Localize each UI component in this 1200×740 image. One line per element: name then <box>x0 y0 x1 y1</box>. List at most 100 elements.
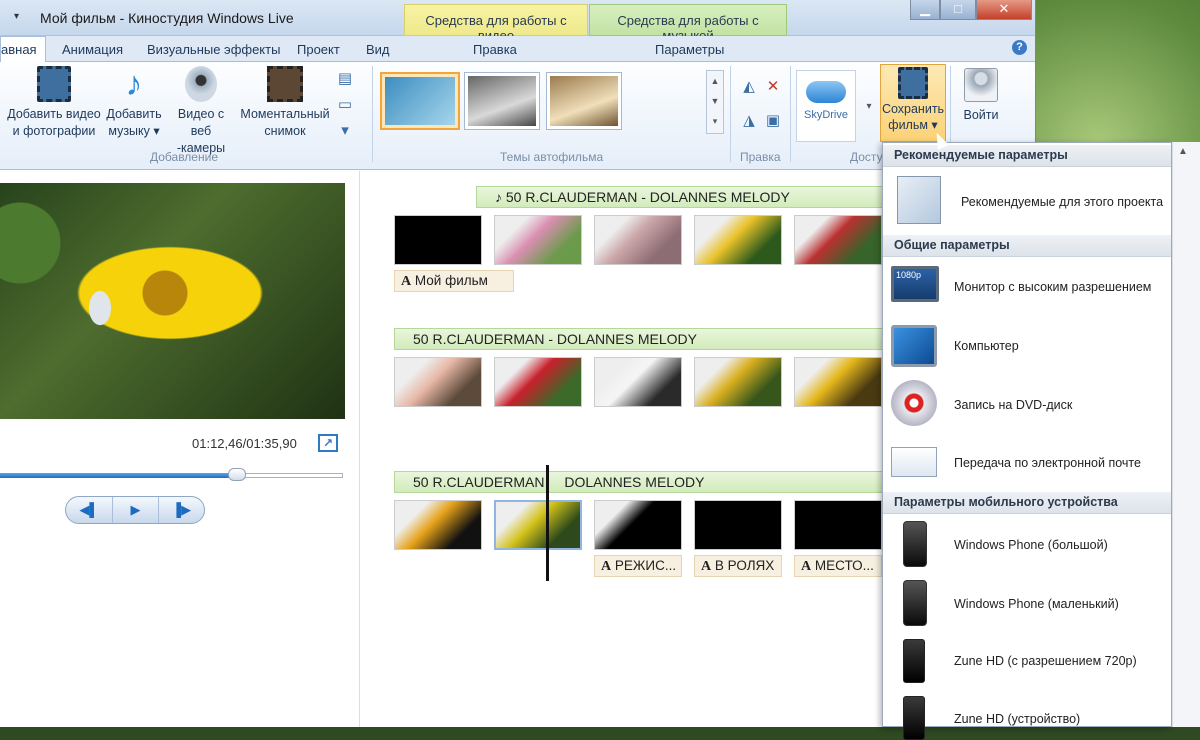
music-track-label: 50 R.CLAUDERMAN - DOLANNES MELODY <box>413 331 697 347</box>
rotate-left-icon[interactable]: ◭ <box>740 78 758 96</box>
clip-thumbnail[interactable] <box>594 500 682 550</box>
menu-item-computer[interactable]: Компьютер <box>883 317 1171 375</box>
clip-thumbnail[interactable] <box>694 357 782 407</box>
themes-scroll-control[interactable]: ▲ ▼ ▾ <box>706 70 724 134</box>
menu-scrollbar[interactable] <box>1172 142 1200 727</box>
tab-project[interactable]: Проект <box>297 42 340 57</box>
music-track-label: 50 R.CLAUDERMAN - DOLANNES MELODY <box>505 189 790 205</box>
add-music-button[interactable]: ♪ Добавить музыку ▾ <box>104 66 164 140</box>
recommended-icon <box>897 176 941 224</box>
email-icon <box>891 447 937 477</box>
music-track-label: DOLANNES MELODY <box>564 474 705 490</box>
dvd-icon <box>891 380 937 426</box>
music-track[interactable]: 50 R.CLAUDERMAN - DOLANNES MELODY <box>394 328 886 350</box>
menu-item-label: Монитор с высоким разрешением <box>954 280 1152 294</box>
sign-in-button[interactable]: Войти <box>956 68 1006 138</box>
clip-thumbnail[interactable] <box>394 357 482 407</box>
context-tab-music-tools[interactable]: Средства для работы с музыкой <box>589 4 787 43</box>
menu-section-recommended: Рекомендуемые параметры <box>883 145 1171 167</box>
tab-visual-effects[interactable]: Визуальные эффекты <box>147 42 280 57</box>
context-tab-video-tools[interactable]: Средства для работы с видео <box>404 4 588 43</box>
title-icon[interactable]: ▭ <box>336 96 354 114</box>
zune-icon <box>903 696 925 740</box>
theme-thumbnail-2[interactable] <box>464 72 540 130</box>
menu-item-email[interactable]: Передача по электронной почте <box>883 435 1171 491</box>
menu-item-zune-720[interactable]: Zune HD (с разрешением 720p) <box>883 633 1171 691</box>
caption-item[interactable]: A МЕСТО... <box>794 555 882 577</box>
sign-in-label: Войти <box>963 108 999 122</box>
tab-edit[interactable]: Правка <box>473 42 517 57</box>
cloud-icon <box>806 81 846 103</box>
clip-thumbnail[interactable] <box>594 215 682 265</box>
clip-thumbnail[interactable] <box>394 500 482 550</box>
previous-frame-button[interactable]: ◀▌ <box>66 497 112 523</box>
theme-thumbnail-3[interactable] <box>546 72 622 130</box>
play-button[interactable]: ▶ <box>112 497 158 523</box>
caption-text: В РОЛЯХ <box>714 558 775 573</box>
group-share-label: Досту <box>850 150 883 164</box>
clip-thumbnail[interactable] <box>794 500 882 550</box>
credits-icon[interactable]: ▾ <box>336 122 354 140</box>
clip-thumbnail-selected[interactable] <box>494 500 582 550</box>
menu-item-label: Рекомендуемые для этого проекта <box>961 195 1164 209</box>
clip-thumbnail[interactable] <box>394 215 482 265</box>
add-music-label-1: Добавить <box>106 107 162 121</box>
music-note-icon: ♪ <box>125 65 143 103</box>
maximize-button[interactable]: □ <box>940 0 976 20</box>
clip-thumbnail[interactable] <box>694 500 782 550</box>
clip-thumbnail[interactable] <box>794 215 882 265</box>
music-track[interactable]: 50 R.CLAUDERMAN DOLANNES MELODY <box>394 471 886 493</box>
clip-thumbnail[interactable] <box>794 357 882 407</box>
playhead[interactable] <box>546 465 549 581</box>
tab-view[interactable]: Вид <box>366 42 390 57</box>
menu-item-hd-monitor[interactable]: 1080p Монитор с высоким разрешением <box>883 258 1171 316</box>
caption-item[interactable]: A РЕЖИС... <box>594 555 682 577</box>
delete-icon[interactable]: ✕ <box>764 78 782 96</box>
webcam-video-button[interactable]: Видео с веб -камеры <box>166 66 236 157</box>
add-video-label-2: и фотографии <box>12 124 96 138</box>
help-icon[interactable]: ? <box>1012 40 1027 55</box>
menu-item-zune-device[interactable]: Zune HD (устройство) <box>883 692 1171 740</box>
caption-icon: A <box>801 559 812 574</box>
music-track[interactable]: ♪ 50 R.CLAUDERMAN - DOLANNES MELODY <box>476 186 886 208</box>
snapshot-button[interactable]: Моментальный снимок <box>238 66 332 140</box>
theme-thumbnail-1[interactable] <box>380 72 460 130</box>
menu-item-dvd[interactable]: Запись на DVD-диск <box>883 376 1171 434</box>
add-video-button[interactable]: Добавить видео и фотографии <box>6 66 102 140</box>
seek-thumb[interactable] <box>228 468 246 481</box>
fullscreen-icon[interactable]: ↗ <box>318 434 338 452</box>
save-movie-button[interactable]: Сохранить фильм ▾ <box>880 64 946 142</box>
preview-image[interactable] <box>0 183 345 419</box>
phone-icon <box>903 580 927 626</box>
quick-access-dropdown-icon[interactable]: ▾ <box>14 11 26 25</box>
app-window: ▾ Мой фильм - Киностудия Windows Live Ср… <box>0 0 1036 727</box>
share-scroll-icon[interactable]: ▾ <box>860 98 878 116</box>
tab-home[interactable]: авная <box>0 36 46 63</box>
rotate-right-icon[interactable]: ◮ <box>740 112 758 130</box>
clip-thumbnail[interactable] <box>594 357 682 407</box>
ribbon-separator <box>790 66 791 162</box>
close-button[interactable]: ✕ <box>976 0 1032 20</box>
menu-item-wp-large[interactable]: Windows Phone (большой) <box>883 515 1171 573</box>
clip-thumbnail[interactable] <box>494 357 582 407</box>
next-frame-button[interactable]: ▐▶ <box>158 497 204 523</box>
caption-icon[interactable]: ▤ <box>336 70 354 88</box>
select-all-icon[interactable]: ▣ <box>764 112 782 130</box>
menu-item-label: Windows Phone (большой) <box>954 538 1108 552</box>
menu-item-wp-small[interactable]: Windows Phone (маленький) <box>883 574 1171 632</box>
clip-thumbnail[interactable] <box>494 215 582 265</box>
caption-item[interactable]: A Мой фильм <box>394 270 514 292</box>
skydrive-button[interactable]: SkyDrive <box>796 70 856 142</box>
scroll-up-icon[interactable]: ▲ <box>1178 146 1188 157</box>
caption-item[interactable]: A В РОЛЯХ <box>694 555 782 577</box>
clip-thumbnail[interactable] <box>694 215 782 265</box>
snapshot-label-1: Моментальный <box>240 107 330 121</box>
tab-animation[interactable]: Анимация <box>62 42 123 57</box>
menu-item-recommended[interactable]: Рекомендуемые для этого проекта <box>883 168 1171 234</box>
snapshot-icon <box>267 66 303 102</box>
caption-icon: A <box>601 559 612 574</box>
tab-options[interactable]: Параметры <box>655 42 724 57</box>
minimize-button[interactable]: ▁ <box>910 0 940 20</box>
menu-section-general: Общие параметры <box>883 235 1171 257</box>
monitor-icon: 1080p <box>891 266 939 302</box>
